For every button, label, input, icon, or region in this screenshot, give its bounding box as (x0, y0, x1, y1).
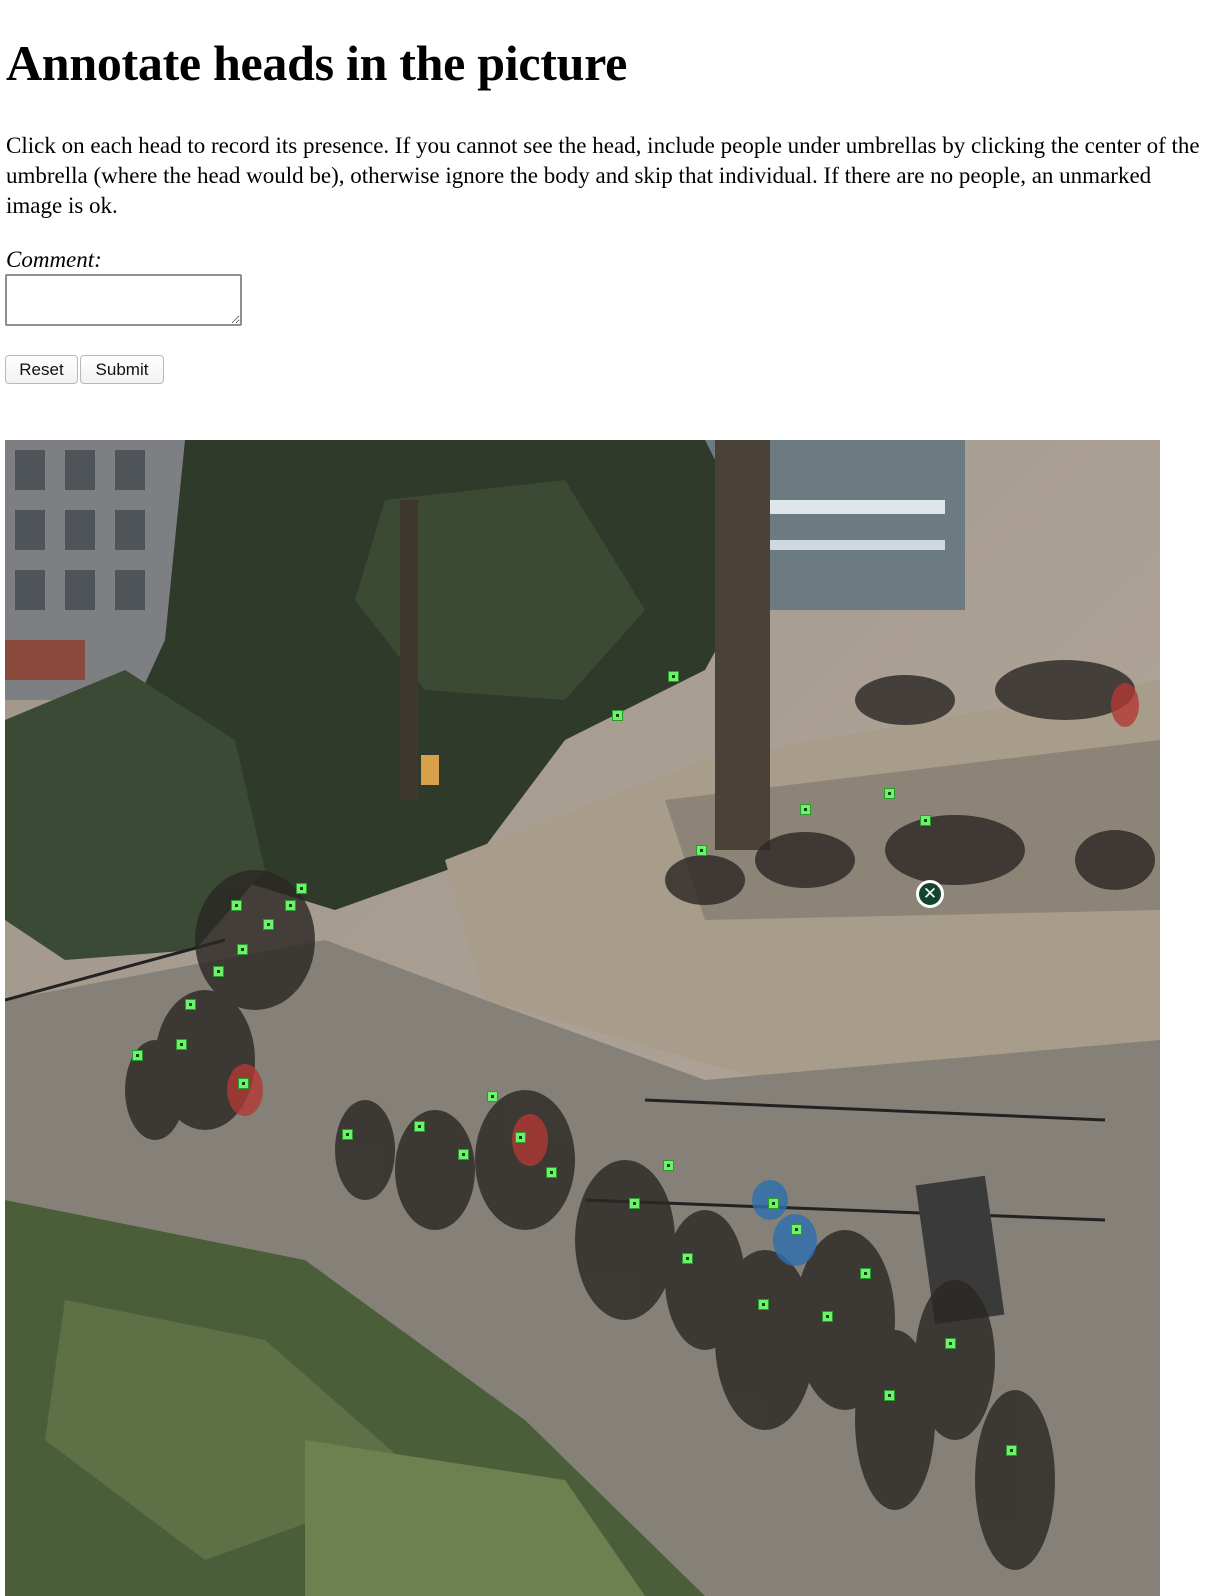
head-marker[interactable] (487, 1091, 498, 1102)
comment-textarea[interactable] (5, 274, 242, 326)
reset-button[interactable]: Reset (5, 355, 78, 384)
head-marker[interactable] (515, 1132, 526, 1143)
head-marker[interactable] (414, 1121, 425, 1132)
head-marker[interactable] (682, 1253, 693, 1264)
head-marker[interactable] (546, 1167, 557, 1178)
head-marker[interactable] (791, 1224, 802, 1235)
head-marker[interactable] (822, 1311, 833, 1322)
head-marker[interactable] (884, 788, 895, 799)
head-marker[interactable] (176, 1039, 187, 1050)
head-marker[interactable] (285, 900, 296, 911)
submit-button[interactable]: Submit (80, 355, 164, 384)
instructions-text: Click on each head to record its presenc… (6, 133, 1200, 218)
head-marker[interactable] (185, 999, 196, 1010)
head-marker[interactable] (213, 966, 224, 977)
head-marker[interactable] (342, 1129, 353, 1140)
head-marker[interactable] (920, 815, 931, 826)
head-marker[interactable] (612, 710, 623, 721)
head-marker[interactable] (696, 845, 707, 856)
head-marker[interactable] (238, 1078, 249, 1089)
head-marker[interactable] (629, 1198, 640, 1209)
annotation-image[interactable]: ✕ (5, 440, 1160, 1596)
head-marker[interactable] (458, 1149, 469, 1160)
head-marker[interactable] (237, 944, 248, 955)
head-marker[interactable] (860, 1268, 871, 1279)
crowd-photo (5, 440, 1160, 1596)
close-circle-icon[interactable]: ✕ (916, 880, 944, 908)
head-marker[interactable] (945, 1338, 956, 1349)
head-marker[interactable] (758, 1299, 769, 1310)
head-marker[interactable] (231, 900, 242, 911)
head-marker[interactable] (296, 883, 307, 894)
page-title: Annotate heads in the picture (6, 35, 627, 91)
head-marker[interactable] (263, 919, 274, 930)
head-marker[interactable] (663, 1160, 674, 1171)
head-marker[interactable] (132, 1050, 143, 1061)
comment-label: Comment: (6, 247, 102, 272)
head-marker[interactable] (884, 1390, 895, 1401)
head-marker[interactable] (800, 804, 811, 815)
head-marker[interactable] (768, 1198, 779, 1209)
head-marker[interactable] (668, 671, 679, 682)
head-marker[interactable] (1006, 1445, 1017, 1456)
